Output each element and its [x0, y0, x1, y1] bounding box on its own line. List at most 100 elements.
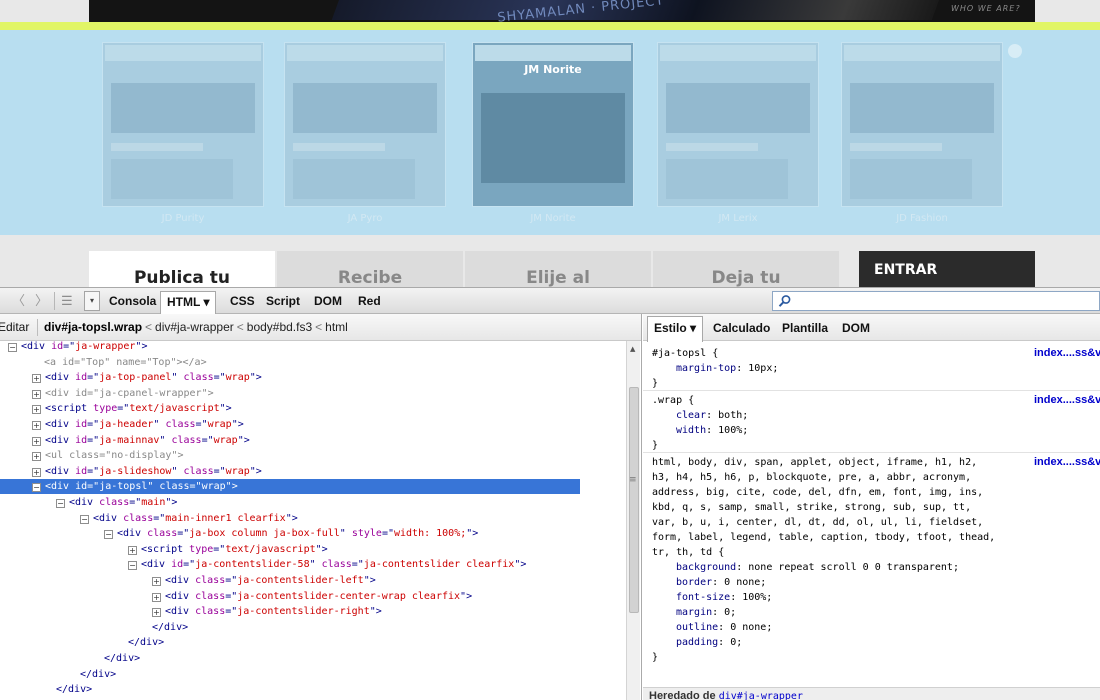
attribute-value[interactable]: main — [141, 497, 165, 508]
css-property[interactable]: width: 100%; — [676, 423, 748, 438]
tree-row[interactable]: − <div class="ja-box column ja-box-full" … — [0, 526, 626, 541]
property-value[interactable]: : 0; — [712, 607, 736, 618]
list-icon[interactable]: ☰ — [61, 292, 73, 310]
property-value[interactable]: : 10px; — [736, 363, 778, 374]
tree-row[interactable]: <a id="Top" name="Top"></a> — [0, 355, 626, 370]
rule-selector[interactable]: var, b, u, i, center, dl, dt, dd, ol, ul… — [652, 515, 983, 530]
breadcrumb-item[interactable]: div#ja-wrapper — [155, 320, 234, 334]
attribute-value[interactable]: text/javascript — [129, 403, 219, 414]
property-value[interactable]: : both; — [706, 410, 748, 421]
expand-icon[interactable]: + — [32, 405, 41, 415]
tree-row[interactable]: </div> — [0, 667, 626, 682]
rule-selector[interactable]: html, body, div, span, applet, object, i… — [652, 455, 977, 470]
attribute-value[interactable]: ja-contentslider clearfix — [364, 559, 515, 570]
forward-icon[interactable]: 〉 — [35, 292, 48, 310]
search-input[interactable] — [772, 291, 1100, 311]
expand-icon[interactable]: + — [152, 608, 161, 618]
attribute-value[interactable]: ja-wrapper — [75, 341, 135, 352]
tree-row[interactable]: + <div class="ja-contentslider-left"> — [0, 573, 626, 588]
attribute-value[interactable]: text/javascript — [225, 544, 315, 555]
slider-thumbnail[interactable] — [102, 42, 264, 207]
attribute-value[interactable]: ja-contentslider-58 — [195, 559, 309, 570]
tree-row[interactable]: </div> — [0, 635, 626, 650]
attribute-value[interactable]: wrap — [202, 481, 226, 492]
tree-row[interactable]: + <div id="ja-header" class="wrap"> — [0, 417, 626, 432]
back-icon[interactable]: 〈 — [12, 292, 25, 310]
collapse-icon[interactable]: − — [56, 499, 65, 508]
side-tab-dom[interactable]: DOM — [842, 321, 870, 335]
tab-script[interactable]: Script — [260, 291, 306, 312]
tab-html[interactable]: HTML ▾ — [160, 291, 217, 315]
attribute-value[interactable]: main-inner1 clearfix — [165, 513, 285, 524]
inherited-link[interactable]: div#ja-wrapper — [719, 691, 803, 700]
collapse-icon[interactable]: − — [8, 343, 17, 352]
slider-thumbnail[interactable] — [841, 42, 1003, 207]
tree-row[interactable]: </div> — [0, 620, 626, 635]
attribute-value[interactable]: wrap — [208, 419, 232, 430]
expand-icon[interactable]: + — [32, 374, 41, 384]
rule-source-link[interactable]: index....ss&v — [1034, 393, 1100, 408]
attribute-value[interactable]: ja-cpanel-wrapper — [99, 388, 201, 399]
rule-selector[interactable]: #ja-topsl { — [652, 346, 718, 361]
edit-button[interactable]: Editar — [0, 314, 29, 340]
slider-caption[interactable]: JA Pyro — [284, 213, 446, 224]
tree-row[interactable]: + <div id="ja-mainnav" class="wrap"> — [0, 433, 626, 448]
tree-row[interactable]: + <div id="ja-top-panel" class="wrap"> — [0, 370, 626, 385]
css-property[interactable]: border: 0 none; — [676, 575, 766, 590]
property-value[interactable]: : none repeat scroll 0 0 transparent; — [736, 562, 959, 573]
slider-thumbnail[interactable] — [657, 42, 819, 207]
collapse-icon[interactable]: − — [80, 514, 89, 524]
attribute-value[interactable]: ja-box column ja-box-full — [189, 528, 340, 539]
css-property[interactable]: font-size: 100%; — [676, 590, 772, 605]
attribute-value[interactable]: ja-header — [99, 419, 153, 430]
tree-row[interactable]: − <div id="ja-contentslider-58" class="ja… — [0, 557, 626, 572]
breadcrumb-current[interactable]: div#ja-topsl.wrap — [44, 320, 142, 334]
side-tab-estilo[interactable]: Estilo ▾ — [647, 316, 704, 342]
tree-row[interactable]: + <script type="text/javascript"> — [0, 401, 626, 416]
attribute-value[interactable]: Top — [152, 357, 170, 368]
slider-caption[interactable]: JM Norite — [472, 213, 634, 224]
collapse-icon[interactable]: − — [32, 483, 41, 493]
expand-icon[interactable]: + — [128, 545, 137, 555]
expand-icon[interactable]: + — [32, 452, 41, 462]
side-tab-calculado[interactable]: Calculado — [713, 321, 770, 335]
attribute-value[interactable]: ja-contentslider-center-wrap clearfix — [237, 591, 460, 602]
attribute-value[interactable]: ja-slideshow — [99, 466, 171, 477]
tree-row[interactable]: </div> — [0, 651, 626, 666]
attribute-value[interactable]: wrap — [226, 466, 250, 477]
breadcrumb-item[interactable]: body#bd.fs3 — [247, 320, 312, 334]
tree-row[interactable]: + <script type="text/javascript"> — [0, 542, 626, 557]
attribute-value[interactable]: wrap — [214, 435, 238, 446]
property-value[interactable]: : 100%; — [706, 425, 748, 436]
breadcrumb-item[interactable]: html — [325, 320, 348, 334]
property-value[interactable]: : 100%; — [730, 592, 772, 603]
tree-row[interactable]: + <div id="ja-cpanel-wrapper"> — [0, 386, 626, 401]
expand-icon[interactable]: + — [32, 467, 41, 477]
tab-css[interactable]: CSS — [224, 291, 261, 312]
rule-selector[interactable]: address, big, cite, code, del, dfn, em, … — [652, 485, 983, 500]
slider-close-icon[interactable] — [1008, 44, 1022, 58]
attribute-value[interactable]: no-display — [111, 450, 171, 461]
property-value[interactable]: : 0 none; — [712, 577, 766, 588]
slider-caption[interactable]: JD Fashion — [841, 213, 1003, 224]
css-property[interactable]: padding: 0; — [676, 635, 742, 650]
page-tab[interactable]: Elije al — [465, 251, 651, 287]
expand-icon[interactable]: + — [152, 577, 161, 586]
tab-red[interactable]: Red — [352, 291, 387, 312]
rule-selector[interactable]: tr, th, td { — [652, 545, 724, 560]
attribute-value[interactable]: ja-top-panel — [99, 372, 171, 383]
css-property[interactable]: outline: 0 none; — [676, 620, 772, 635]
tree-row-selected[interactable]: − <div id="ja-topsl" class="wrap"> — [0, 479, 580, 495]
tree-row[interactable]: − <div class="main"> — [0, 495, 626, 510]
scroll-up-icon[interactable]: ▲ — [630, 345, 635, 353]
page-tab[interactable]: Deja tu — [653, 251, 839, 287]
banner-tag[interactable]: WHO WE ARE? — [951, 4, 1021, 13]
scrollbar-thumb[interactable] — [629, 387, 639, 613]
expand-icon[interactable]: + — [32, 389, 41, 399]
css-property[interactable]: margin: 0; — [676, 605, 736, 620]
attribute-value[interactable]: width: 100%; — [394, 528, 466, 539]
slider-caption[interactable]: JM Lerix — [657, 213, 819, 224]
rule-selector[interactable]: form, label, legend, table, caption, tbo… — [652, 530, 995, 545]
tab-dom[interactable]: DOM — [308, 291, 348, 312]
property-value[interactable]: : 0; — [718, 637, 742, 648]
